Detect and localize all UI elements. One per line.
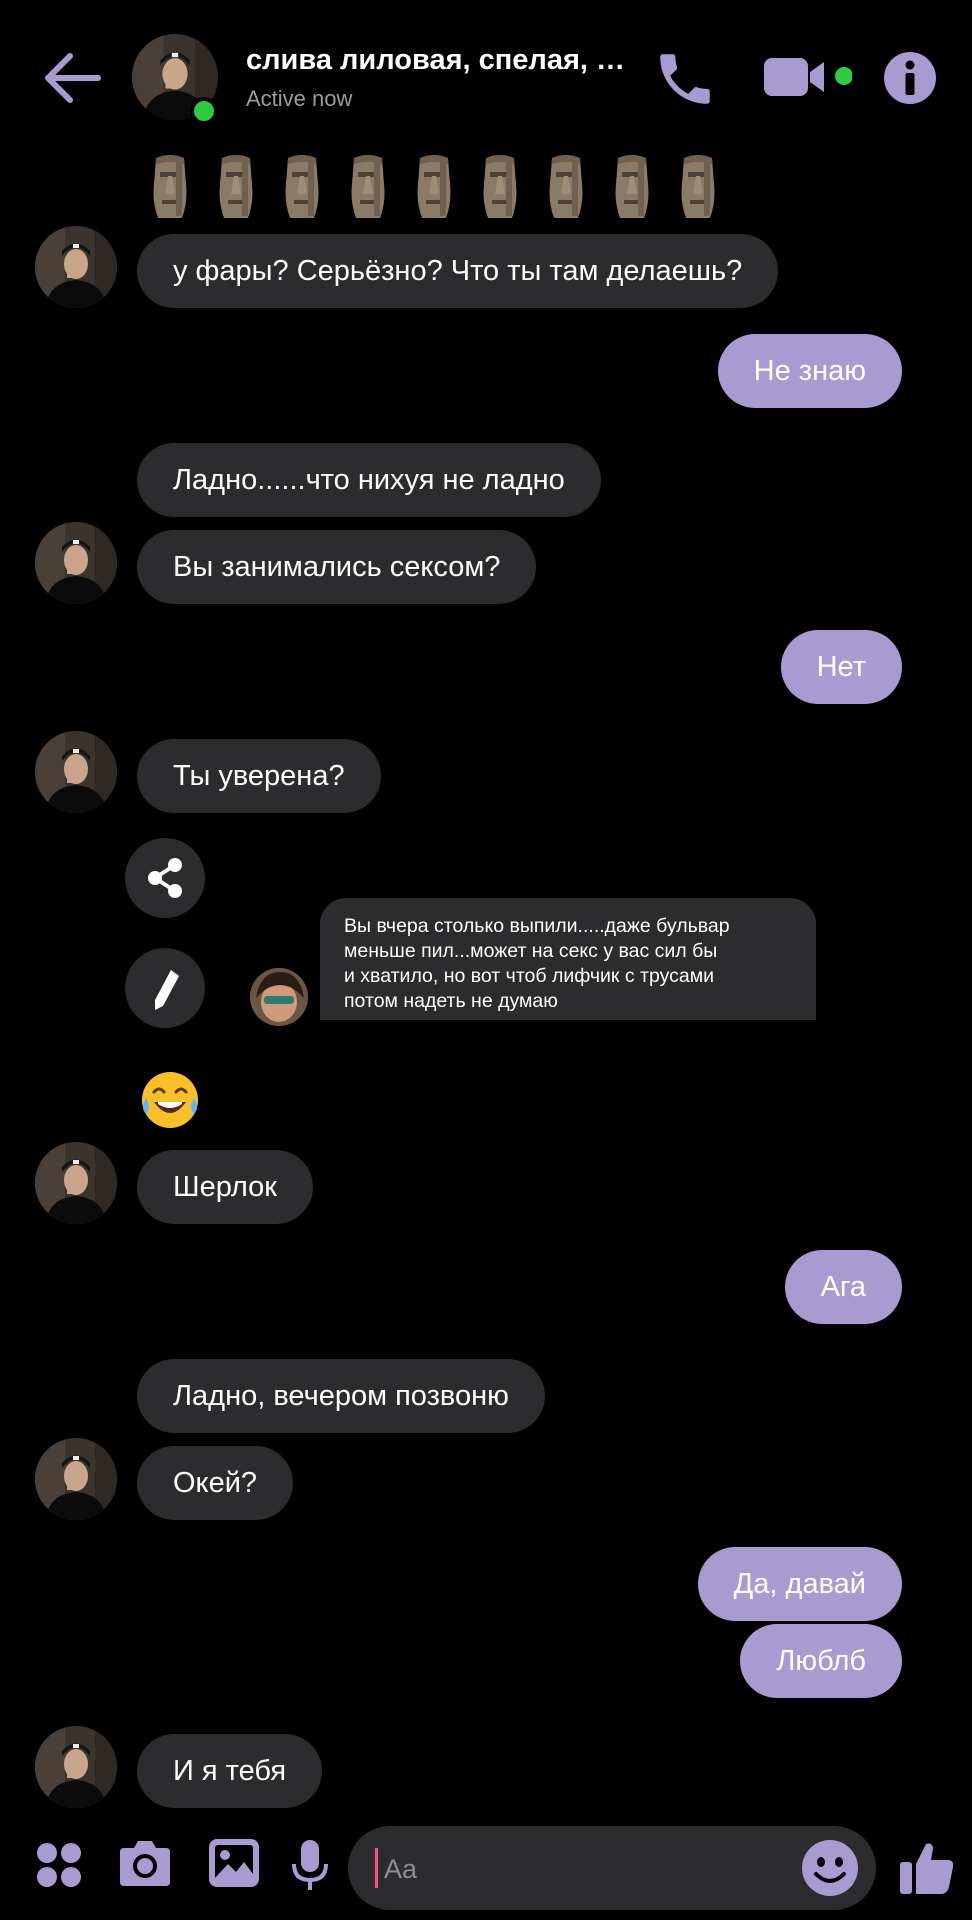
video-camera-icon	[764, 58, 853, 96]
shared-message-line: Вы вчера столько выпили.....даже бульвар	[344, 915, 730, 937]
message-input-container[interactable]	[348, 1826, 876, 1912]
message-bubble-outgoing[interactable]: Да, давай	[697, 1547, 902, 1621]
message-bubble-incoming[interactable]: И я тебя	[137, 1734, 323, 1808]
moai-emoji-icon	[214, 154, 258, 220]
shared-message-line: потом надеть не думаю	[344, 990, 558, 1012]
message-bubble-incoming[interactable]: Вы занимались сексом?	[137, 530, 537, 604]
thumbs-up-icon	[900, 1843, 954, 1894]
contact-status: Active now	[246, 86, 353, 111]
message-bubble-incoming[interactable]: Ладно......что нихуя не ладно	[137, 443, 601, 517]
sender-avatar[interactable]	[35, 522, 117, 604]
camera-icon	[120, 1841, 170, 1886]
emoji-button[interactable]	[800, 1838, 860, 1898]
contact-name[interactable]: слива лиловая, спелая, с...	[246, 44, 636, 77]
share-icon	[148, 858, 182, 898]
pencil-icon	[155, 970, 179, 1010]
apps-button[interactable]	[34, 1840, 84, 1890]
message-bubble-incoming[interactable]: у фары? Серьёзно? Что ты там делаешь?	[137, 234, 779, 308]
moai-emoji-icon	[346, 154, 390, 220]
message-bubble-incoming[interactable]: Окей?	[137, 1446, 294, 1520]
info-icon	[884, 52, 936, 104]
message-bubble-outgoing[interactable]: Люблб	[740, 1624, 902, 1698]
quote-sender-avatar	[250, 968, 308, 1026]
moai-emoji-icon	[280, 154, 324, 220]
message-bubble-incoming[interactable]: Ты уверена?	[137, 739, 381, 813]
message-input[interactable]	[382, 1826, 786, 1912]
info-button[interactable]	[882, 50, 938, 106]
emoji-icon	[802, 1840, 858, 1896]
moai-emoji-icon	[148, 154, 192, 220]
moai-emoji-icon	[544, 154, 588, 220]
apps-icon	[37, 1843, 81, 1887]
moai-emoji-icon	[478, 154, 522, 220]
laughing-emoji-icon	[142, 1072, 198, 1128]
moai-emoji-icon	[412, 154, 456, 220]
shared-message-line: меньше пил...может на секс у вас сил бы	[344, 940, 718, 962]
video-call-button[interactable]	[762, 52, 853, 104]
message-bubble-outgoing[interactable]: Ага	[784, 1250, 902, 1324]
edit-button[interactable]	[125, 948, 205, 1028]
back-button[interactable]	[40, 48, 110, 108]
sender-avatar[interactable]	[35, 1438, 117, 1520]
message-bubble-outgoing[interactable]: Не знаю	[717, 334, 902, 408]
shared-message-line: и хватило, но вот чтоб лифчик с трусами	[344, 965, 714, 987]
moai-emoji-icon	[676, 154, 720, 220]
shared-message-card[interactable]: Вы вчера столько выпили.....даже бульвар…	[320, 898, 816, 1020]
moai-emoji-row	[148, 154, 728, 224]
phone-icon	[660, 54, 710, 104]
microphone-button[interactable]	[290, 1838, 330, 1894]
share-button[interactable]	[125, 838, 205, 918]
voice-call-button[interactable]	[652, 46, 718, 112]
chat-header: слива лиловая, спелая, с... Active now	[0, 0, 972, 150]
laughing-emoji-message[interactable]	[138, 1068, 202, 1132]
moai-emoji-icon	[610, 154, 654, 220]
sender-avatar[interactable]	[35, 1142, 117, 1224]
image-icon	[209, 1839, 259, 1887]
message-bubble-incoming[interactable]: Ладно, вечером позвоню	[137, 1359, 545, 1433]
sender-avatar[interactable]	[35, 226, 117, 308]
back-arrow-icon	[45, 53, 101, 103]
message-bubble-incoming[interactable]: Шерлок	[137, 1150, 313, 1224]
sender-avatar[interactable]	[35, 1726, 117, 1808]
text-caret	[375, 1848, 378, 1888]
microphone-icon	[292, 1840, 328, 1890]
sender-avatar[interactable]	[35, 731, 117, 813]
camera-button[interactable]	[116, 1838, 174, 1890]
online-indicator	[190, 97, 218, 125]
like-button[interactable]	[898, 1838, 956, 1896]
message-bubble-outgoing[interactable]: Нет	[780, 630, 902, 704]
gallery-button[interactable]	[206, 1836, 262, 1890]
